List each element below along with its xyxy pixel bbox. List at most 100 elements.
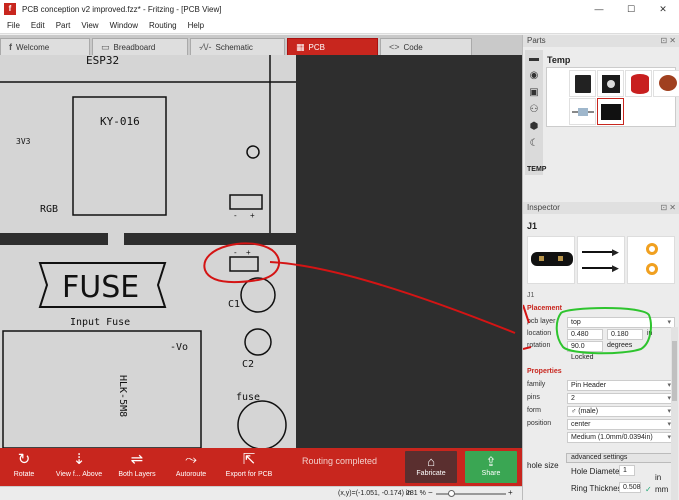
menu-window[interactable]: Window <box>110 21 138 30</box>
hole-diameter-input[interactable]: 1 <box>619 465 635 476</box>
routing-status: Routing completed <box>302 456 378 466</box>
bin-temp-label: TEMP <box>527 166 547 173</box>
zoom-slider[interactable]: − + <box>428 488 514 497</box>
hole-size-label: hole size <box>527 461 559 470</box>
menu-help[interactable]: Help <box>188 21 204 30</box>
share-label: Share <box>481 470 501 477</box>
menu-routing[interactable]: Routing <box>149 21 177 30</box>
rotate-label: Rotate <box>13 471 35 478</box>
bin-hexagon-icon[interactable]: ⬢ <box>525 118 543 135</box>
mounting-hole[interactable] <box>246 145 260 159</box>
connector-j1[interactable] <box>229 256 259 272</box>
silk-minus-1: - <box>234 211 237 220</box>
position-select[interactable]: center <box>567 419 675 430</box>
factory-icon: ⌂ <box>427 454 435 469</box>
bin-temp-icon[interactable]: ☾ <box>525 135 543 152</box>
zoom-in-icon[interactable]: + <box>508 488 513 497</box>
fritzing-window: f PCB conception v2 improved.fzz* - Frit… <box>0 0 679 500</box>
both-layers-button[interactable]: ⇌ Both Layers <box>116 450 158 478</box>
menu-part[interactable]: Part <box>56 21 71 30</box>
bin-core-icon[interactable]: ▬ <box>525 50 543 67</box>
view-tab-bar: f Welcome ▭ Breadboard -⁄\/- Schematic ▦… <box>0 35 522 55</box>
part-pcb-image <box>627 236 675 284</box>
maximize-button[interactable]: ☐ <box>615 0 647 18</box>
family-select[interactable]: Pin Header <box>567 380 675 391</box>
share-icon: ⇪ <box>485 454 497 469</box>
unit-mm-option[interactable]: mm <box>655 485 668 494</box>
inspector-scrollbar-thumb[interactable] <box>672 341 677 401</box>
tab-schematic-label: Schematic <box>215 42 253 52</box>
annotation-red-arrow <box>269 261 516 334</box>
inspector-scrollbar[interactable] <box>671 327 678 500</box>
part-breadboard-image <box>527 236 575 284</box>
part-hlk-module-thumb[interactable] <box>597 98 624 125</box>
window-title: PCB conception v2 improved.fzz* - Fritzi… <box>22 4 222 14</box>
tab-welcome[interactable]: f Welcome <box>0 38 90 55</box>
tab-pcb-label: PCB <box>308 42 325 52</box>
export-pcb-button[interactable]: ⇱ Export for PCB <box>224 450 274 478</box>
part-capacitor-red-thumb[interactable] <box>625 70 652 97</box>
autoroute-button[interactable]: ⤳ Autoroute <box>172 450 210 478</box>
tab-welcome-label: Welcome <box>16 42 50 52</box>
ring-thickness-input[interactable]: 0.508 <box>619 482 641 493</box>
both-layers-label: Both Layers <box>118 471 156 478</box>
family-row: family Pin Header <box>527 380 677 391</box>
silk-fuse-label: fuse <box>236 392 260 403</box>
silk-3v3-label: 3V3 <box>16 137 31 146</box>
tab-pcb[interactable]: ▦ PCB <box>287 38 378 55</box>
advanced-settings-toggle[interactable]: advanced settings <box>566 453 674 463</box>
menu-edit[interactable]: Edit <box>31 21 45 30</box>
rotate-button[interactable]: ↻ Rotate <box>8 450 40 478</box>
close-window-button[interactable]: ✕ <box>647 0 679 18</box>
fuse-outline[interactable] <box>237 400 287 448</box>
title-bar: f PCB conception v2 improved.fzz* - Frit… <box>0 0 679 18</box>
pcb-canvas[interactable]: ESP32 KY-016 3V3 RGB - + - + FUSE Input … <box>0 55 522 448</box>
position-row: position center <box>527 419 677 430</box>
zoom-slider-track <box>436 493 506 495</box>
parts-panel-buttons[interactable]: ⊡ ✕ <box>660 35 676 47</box>
part-schematic-image: ▶ ▶ <box>577 236 625 284</box>
bin-car-icon[interactable]: ▣ <box>525 84 543 101</box>
view-from-above-icon: ⇣ <box>72 451 86 468</box>
zoom-slider-handle[interactable] <box>448 490 455 497</box>
tab-breadboard[interactable]: ▭ Breadboard <box>92 38 188 55</box>
tab-schematic[interactable]: -⁄\/- Schematic <box>190 38 285 55</box>
menu-view[interactable]: View <box>81 21 98 30</box>
c1-outline[interactable] <box>240 277 276 313</box>
share-button[interactable]: ⇪ Share <box>465 451 517 483</box>
silk-plus-1: + <box>250 211 255 220</box>
unit-in-option[interactable]: in <box>655 473 661 482</box>
schematic-icon: -⁄\/- <box>199 42 212 52</box>
zoom-out-icon[interactable]: − <box>428 488 433 497</box>
part-ceramic-cap-thumb[interactable] <box>653 70 679 97</box>
zoom-level: 281 % <box>406 490 426 497</box>
bin-antenna-icon[interactable]: ◉ <box>525 67 543 84</box>
silk-hlk-label: HLK-5M8 <box>117 375 128 417</box>
board-cutout-right <box>124 233 296 245</box>
menu-file[interactable]: File <box>7 21 20 30</box>
bottom-toolbar: ↻ Rotate ⇣ View f... Above ⇌ Both Layers… <box>0 448 522 486</box>
bin-glasses-icon[interactable]: ⚇ <box>525 101 543 118</box>
tab-code[interactable]: <> Code <box>380 38 472 55</box>
hole-diameter-label: Hole Diameter <box>571 467 623 476</box>
right-dock: Parts ⊡ ✕ ▬ ◉ ▣ ⚇ ⬢ ☾ Temp TEMP Inspecto… <box>522 35 679 500</box>
part-sensor-thumb[interactable] <box>597 70 624 97</box>
view-from-above-button[interactable]: ⇣ View f... Above <box>52 450 106 478</box>
c2-outline[interactable] <box>244 328 272 356</box>
part-resistor-thumb[interactable] <box>569 98 596 125</box>
fabricate-button[interactable]: ⌂ Fabricate <box>405 451 457 483</box>
inspector-part-subtitle: J1 <box>527 292 535 299</box>
pcb-layout-drawing: ESP32 KY-016 3V3 RGB - + - + FUSE Input … <box>0 55 516 448</box>
cursor-coordinates: (x,y)=(-1.051, -0.174) in <box>338 490 412 497</box>
annotation-green-oval-layer <box>523 304 652 355</box>
form-label: form <box>527 407 541 414</box>
inspector-panel-header: Inspector ⊡ ✕ <box>523 202 679 214</box>
form-select[interactable]: ♂ (male) <box>567 406 675 417</box>
annotation-green-oval <box>555 307 652 355</box>
pins-select[interactable]: 2 <box>567 393 675 404</box>
hole-size-preset-select[interactable]: Medium (1.0mm/0.0394in) <box>567 432 675 443</box>
part-esp32-thumb[interactable] <box>569 70 596 97</box>
inspector-panel-buttons[interactable]: ⊡ ✕ <box>660 202 676 214</box>
connector-top[interactable] <box>229 194 263 210</box>
minimize-button[interactable]: — <box>583 0 615 18</box>
